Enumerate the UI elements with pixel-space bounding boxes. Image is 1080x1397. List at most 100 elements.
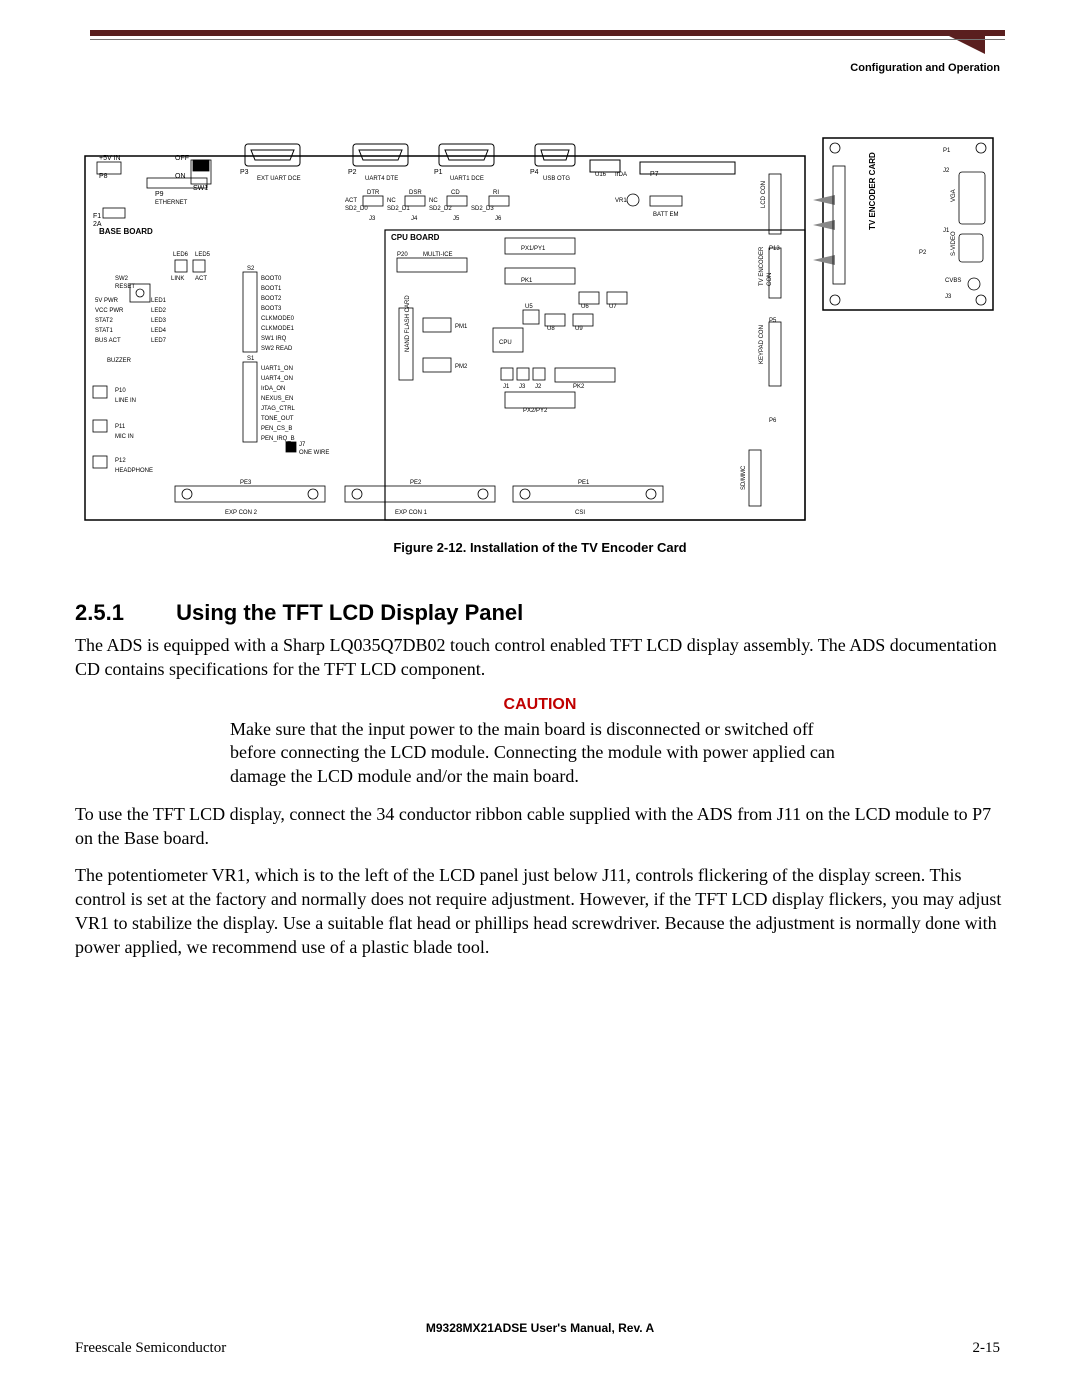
svg-text:IrDA_ON: IrDA_ON [261,386,285,392]
svg-text:VGA: VGA [951,189,957,202]
svg-text:VCC PWR: VCC PWR [95,308,124,314]
svg-text:CPU BOARD: CPU BOARD [391,233,440,242]
svg-text:SD2_D0: SD2_D0 [345,206,368,212]
svg-text:J6: J6 [495,216,502,222]
svg-text:P1: P1 [434,169,443,176]
svg-text:LED1: LED1 [151,298,167,304]
svg-text:P5: P5 [769,318,777,324]
svg-text:BOOT0: BOOT0 [261,276,282,282]
svg-text:STAT1: STAT1 [95,328,113,334]
svg-text:J7: J7 [299,442,306,448]
svg-text:LED6: LED6 [173,252,189,258]
svg-text:SD2_D2: SD2_D2 [429,206,452,212]
svg-text:P8: P8 [99,173,108,180]
svg-text:P11: P11 [115,424,126,430]
svg-text:LED3: LED3 [151,318,167,324]
svg-text:S-VIDEO: S-VIDEO [951,231,957,256]
svg-text:PEN_IRQ_B: PEN_IRQ_B [261,436,295,442]
svg-text:ON: ON [175,173,186,180]
svg-text:U8: U8 [547,326,555,332]
svg-text:SW2 READ: SW2 READ [261,346,293,352]
svg-text:P20: P20 [397,252,408,258]
svg-text:LINK: LINK [171,276,184,282]
svg-text:U5: U5 [525,304,533,310]
svg-text:LED2: LED2 [151,308,167,314]
svg-text:PX2/PY2: PX2/PY2 [523,408,548,414]
svg-text:P2: P2 [348,169,357,176]
svg-text:U7: U7 [609,304,617,310]
svg-text:LED5: LED5 [195,252,211,258]
svg-text:ACT: ACT [345,198,357,204]
svg-text:OFF: OFF [175,155,189,162]
svg-text:PM1: PM1 [455,324,468,330]
header-rule [90,30,1005,42]
svg-text:UART4 DTE: UART4 DTE [365,176,398,182]
svg-text:RI: RI [493,190,499,196]
svg-text:CVBS: CVBS [945,278,961,284]
svg-text:U6: U6 [581,304,589,310]
svg-text:BASE BOARD: BASE BOARD [99,227,153,236]
svg-text:J3: J3 [945,294,952,300]
section-title: Using the TFT LCD Display Panel [176,600,523,625]
svg-text:MULTI-ICE: MULTI-ICE [423,252,453,258]
svg-text:NEXUS_EN: NEXUS_EN [261,396,293,402]
svg-text:SW1: SW1 [193,185,208,192]
svg-text:STAT2: STAT2 [95,318,113,324]
svg-text:CLKMODE1: CLKMODE1 [261,326,295,332]
svg-text:TV ENCODER CARD: TV ENCODER CARD [868,152,877,230]
section-heading: 2.5.1 Using the TFT LCD Display Panel [75,600,1005,626]
svg-text:5V PWR: 5V PWR [95,298,119,304]
svg-text:J2: J2 [535,384,542,390]
caution-body: Make sure that the input power to the ma… [230,718,850,789]
svg-text:NAND FLASH CARD: NAND FLASH CARD [405,295,411,352]
svg-text:CLKMODE0: CLKMODE0 [261,316,295,322]
svg-text:CSI: CSI [575,510,585,516]
svg-text:MIC IN: MIC IN [115,434,134,440]
svg-text:BUS ACT: BUS ACT [95,338,121,344]
figure-caption: Figure 2-12. Installation of the TV Enco… [0,540,1080,555]
svg-text:S1: S1 [247,356,255,362]
body: 2.5.1 Using the TFT LCD Display Panel Th… [75,580,1005,973]
svg-text:BATT EM: BATT EM [653,212,678,218]
svg-text:PM2: PM2 [455,364,468,370]
svg-text:PE3: PE3 [240,480,252,486]
svg-text:KEYPAD CON: KEYPAD CON [759,325,765,364]
svg-text:P4: P4 [530,169,539,176]
svg-text:VR1: VR1 [615,198,627,204]
svg-text:F1: F1 [93,213,101,220]
svg-text:U16: U16 [595,172,607,178]
svg-text:CON: CON [767,273,773,286]
svg-text:UART1 DCE: UART1 DCE [450,176,484,182]
svg-text:LED7: LED7 [151,338,167,344]
svg-text:UART4_ON: UART4_ON [261,376,293,382]
svg-text:HEADPHONE: HEADPHONE [115,468,153,474]
svg-text:J3: J3 [369,216,376,222]
svg-text:ETHERNET: ETHERNET [155,200,188,206]
svg-text:TV ENCODER: TV ENCODER [759,246,765,286]
svg-text:J1: J1 [943,228,950,234]
para-3: The potentiometer VR1, which is to the l… [75,864,1005,959]
svg-text:P2: P2 [919,250,927,256]
svg-text:PX1/PY1: PX1/PY1 [521,246,546,252]
footer-left: Freescale Semiconductor [75,1340,226,1357]
svg-text:SD/MMC: SD/MMC [741,465,747,490]
svg-text:U9: U9 [575,326,583,332]
svg-text:SW2: SW2 [115,276,129,282]
svg-text:BOOT2: BOOT2 [261,296,282,302]
svg-text:DSR: DSR [409,190,422,196]
svg-text:P7: P7 [650,171,659,178]
header-section: Configuration and Operation [850,62,1000,74]
svg-text:P12: P12 [115,458,126,464]
footer-center: M9328MX21ADSE User's Manual, Rev. A [0,1321,1080,1335]
svg-text:SD2_D3: SD2_D3 [471,206,494,212]
svg-text:SW1 IRQ: SW1 IRQ [261,336,287,342]
svg-text:PK1: PK1 [521,278,533,284]
svg-text:PE2: PE2 [410,480,422,486]
svg-text:EXP CON 2: EXP CON 2 [225,510,258,516]
board-diagram: BASE BOARD CPU BOARD TV ENCODER CARD NAN… [75,130,1005,530]
svg-text:TONE_OUT: TONE_OUT [261,416,294,422]
footer-right: 2-15 [973,1340,1001,1357]
svg-text:P6: P6 [769,418,777,424]
svg-text:DTR: DTR [367,190,380,196]
svg-text:J2: J2 [943,168,950,174]
